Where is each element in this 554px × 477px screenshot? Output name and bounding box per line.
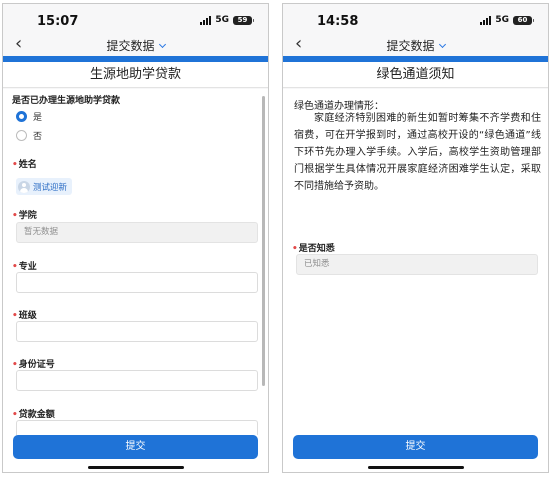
name-label: •姓名 [12,160,37,170]
network-label: 5G [215,15,229,25]
nav-bar: ‹ 提交数据 [3,34,268,56]
class-label: •班级 [12,311,37,321]
amount-label: •贷款金额 [12,410,55,420]
bottom-bar: 提交 [283,435,548,472]
option-no-label: 否 [33,132,43,142]
nav-title-dropdown[interactable]: 提交数据 [3,37,268,54]
id-field[interactable] [16,370,258,391]
chevron-down-icon [158,40,166,49]
scrollbar[interactable] [262,96,265,386]
network-label: 5G [495,15,509,25]
submit-button[interactable]: 提交 [13,435,258,459]
status-bar: 15:07 5G 59 [3,4,268,34]
home-indicator [87,466,184,469]
form-body: 是否已办理生源地助学贷款 是 否 •姓名 测试迎新 •学院 暂无数据 •专业 •… [3,89,268,437]
option-yes-label: 是 [33,113,43,123]
submit-button[interactable]: 提交 [293,435,538,459]
battery-icon: 60 [513,15,534,25]
major-label: •专业 [12,262,37,272]
notice-text: 家庭经济特别困难的新生如暂时筹集不齐学费和住宿费，可在开学报到时，通过高校开设的… [294,113,541,192]
battery-icon: 59 [233,15,254,25]
nav-bar: ‹ 提交数据 [283,34,548,56]
phone-screen-loan: 15:07 5G 59 ‹ 提交数据 生源地助学贷款 是否已办理生源地助学贷款 … [2,3,269,473]
bottom-bar: 提交 [3,435,268,472]
phone-screen-green-channel: 14:58 5G 60 ‹ 提交数据 绿色通道须知 绿色通道办理情形： 家庭经济… [282,3,549,473]
radio-unchecked-icon [16,130,27,141]
page-title: 绿色通道须知 [283,62,548,88]
chevron-down-icon [438,40,446,49]
college-field[interactable]: 暂无数据 [16,222,258,243]
ack-label: •是否知悉 [292,244,335,254]
loan-question-label: 是否已办理生源地助学贷款 [12,96,121,106]
option-no-radio[interactable]: 否 [16,129,42,142]
avatar-icon [18,180,30,193]
signal-icon [200,15,212,25]
name-chip: 测试迎新 [16,178,73,195]
status-bar: 14:58 5G 60 [283,4,548,34]
option-yes-radio[interactable]: 是 [16,110,42,123]
college-label: •学院 [12,211,37,221]
nav-title-dropdown[interactable]: 提交数据 [283,37,548,54]
home-indicator [367,466,464,469]
name-value: 测试迎新 [33,182,68,193]
nav-title: 提交数据 [106,39,155,53]
radio-checked-icon [16,111,27,122]
id-label: •身份证号 [12,360,55,370]
signal-icon [480,15,492,25]
class-field[interactable] [16,321,258,342]
ack-field[interactable]: 已知悉 [296,254,538,275]
status-time: 14:58 [317,14,359,29]
notice-body: 绿色通道办理情形： 家庭经济特别困难的新生如暂时筹集不齐学费和住宿费，可在开学报… [283,89,548,437]
nav-title: 提交数据 [386,39,435,53]
status-time: 15:07 [37,14,79,29]
major-field[interactable] [16,272,258,293]
page-title: 生源地助学贷款 [3,62,268,88]
